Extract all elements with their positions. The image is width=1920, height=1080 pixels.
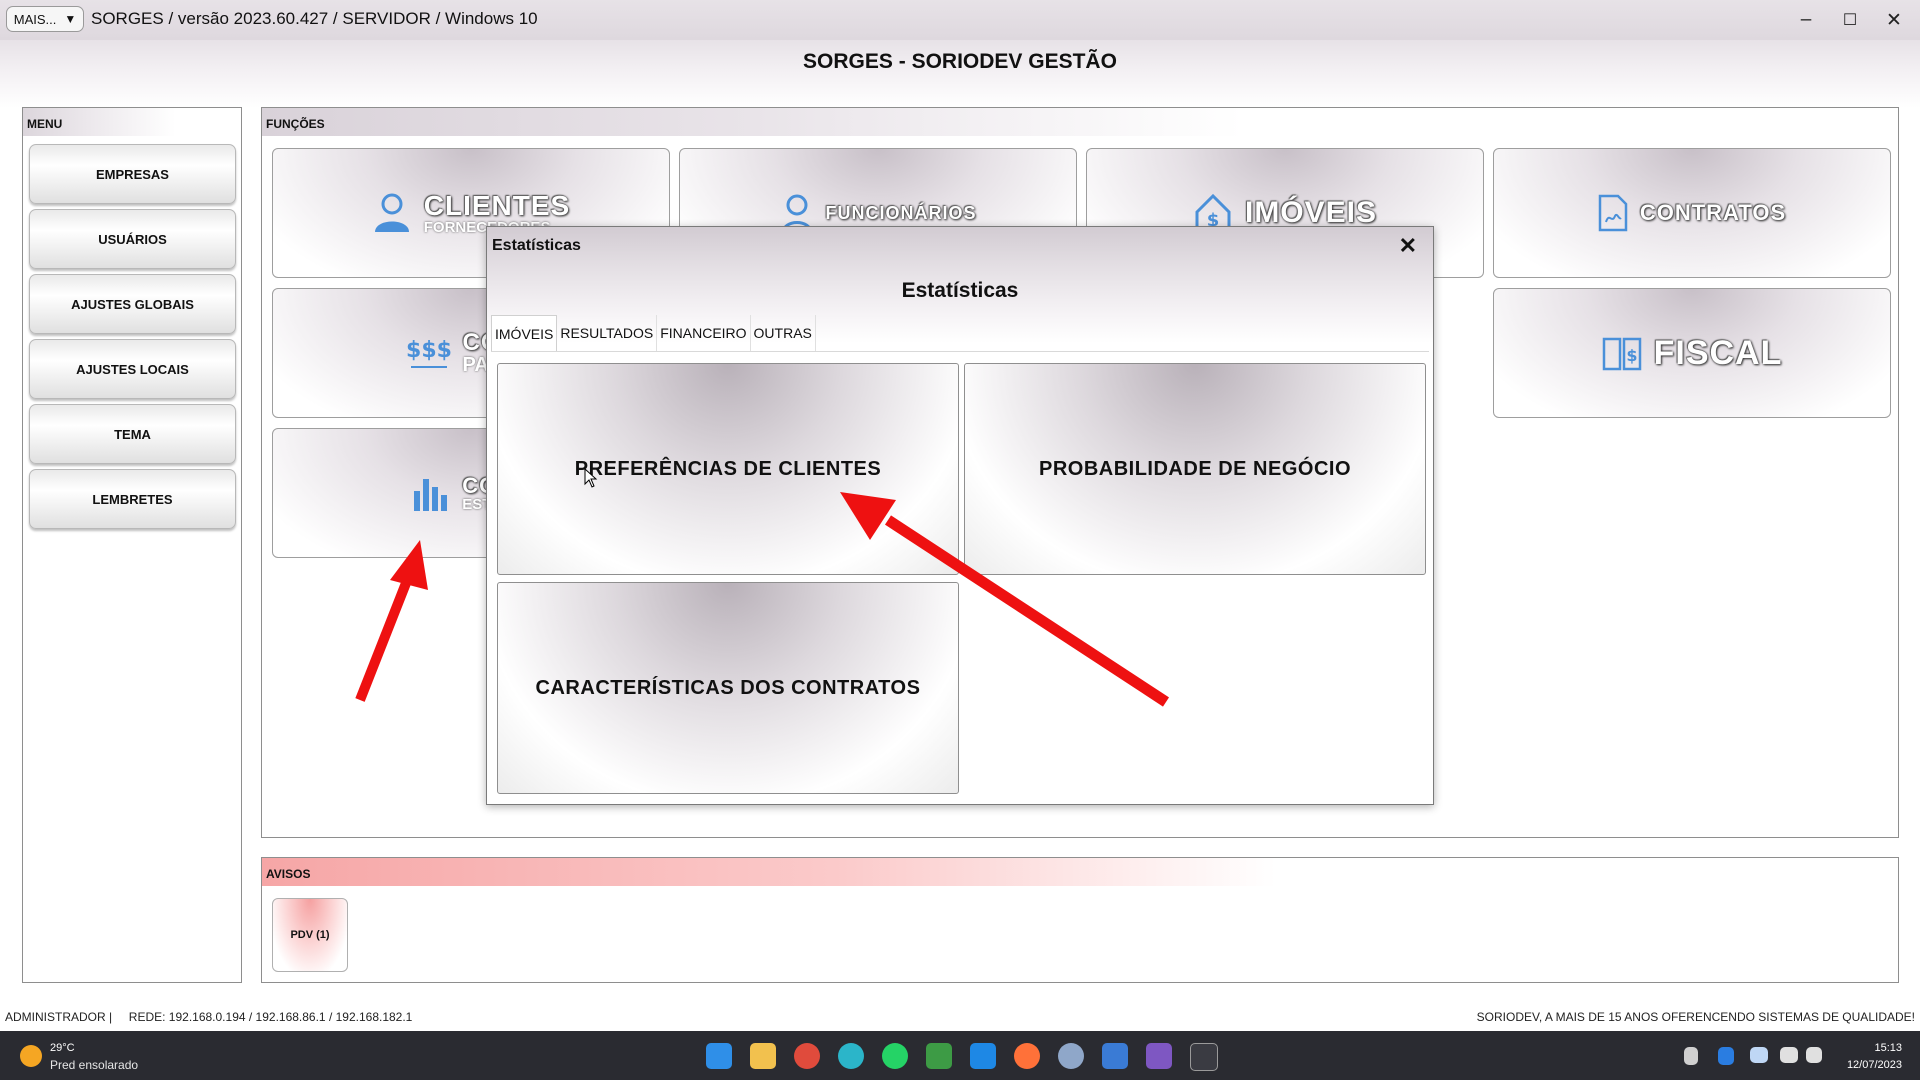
- tile-contratos[interactable]: CONTRATOS: [1493, 148, 1891, 278]
- window-titlebar: MAIS... ▼ SORGES / versão 2023.60.427 / …: [0, 0, 1920, 40]
- dialog-titlebar: Estatísticas ✕: [487, 227, 1433, 263]
- tile-imoveis-label: IMÓVEIS: [1244, 196, 1378, 229]
- dialog-tabs: IMÓVEIS RESULTADOS FINANCEIRO OUTRAS: [491, 315, 816, 352]
- tab-resultados[interactable]: RESULTADOS: [557, 315, 658, 351]
- avisos-panel-title: AVISOS: [262, 858, 1898, 886]
- tab-outras[interactable]: OUTRAS: [751, 315, 816, 351]
- video-editor-icon[interactable]: [1146, 1043, 1172, 1069]
- windows-taskbar: 29°C Pred ensolarado 15:13 12/07/2023: [0, 1031, 1920, 1080]
- network-icon[interactable]: [1780, 1047, 1798, 1063]
- mouse-cursor-icon: [584, 468, 598, 488]
- firefox-icon[interactable]: [1014, 1043, 1040, 1069]
- status-user-network: ADMINISTRADOR | REDE: 192.168.0.194 / 19…: [5, 1010, 413, 1024]
- menu-item-ajustes-globais[interactable]: AJUSTES GLOBAIS: [29, 274, 236, 334]
- svg-text:$$$: $$$: [407, 338, 451, 363]
- tile-funcionarios-label: FUNCIONÁRIOS: [825, 202, 977, 223]
- menu-panel: MENU EMPRESAS USUÁRIOS AJUSTES GLOBAIS A…: [22, 107, 242, 983]
- menu-item-ajustes-locais[interactable]: AJUSTES LOCAIS: [29, 339, 236, 399]
- usb-icon[interactable]: [1684, 1047, 1698, 1065]
- cloud-icon[interactable]: [1750, 1047, 1768, 1063]
- close-button[interactable]: ✕: [1872, 6, 1916, 34]
- clock-date[interactable]: 12/07/2023: [1847, 1059, 1902, 1071]
- fiscal-book-icon: $: [1602, 337, 1641, 371]
- svg-text:$: $: [1626, 346, 1637, 365]
- tile-probabilidade-negocio[interactable]: PROBABILIDADE DE NEGÓCIO: [964, 363, 1426, 575]
- volume-icon[interactable]: [1806, 1047, 1822, 1063]
- chevron-down-icon: ▼: [64, 12, 77, 26]
- tile-contratos-label: CONTRATOS: [1639, 200, 1787, 225]
- sorges-app-icon[interactable]: [1190, 1043, 1218, 1071]
- remote-desktop-icon[interactable]: [970, 1043, 996, 1069]
- tile-clientes-label: CLIENTES: [423, 189, 571, 221]
- clock-time[interactable]: 15:13: [1874, 1042, 1902, 1054]
- start-icon[interactable]: [706, 1043, 732, 1069]
- maximize-icon: ☐: [1842, 12, 1858, 29]
- whatsapp-icon[interactable]: [882, 1043, 908, 1069]
- weather-temperature: 29°C: [50, 1042, 75, 1054]
- tab-imoveis[interactable]: IMÓVEIS: [491, 315, 558, 352]
- pdv-notice-button[interactable]: PDV (1): [272, 898, 348, 972]
- app-header-title: SORGES - SORIODEV GESTÃO: [803, 50, 1117, 73]
- contract-icon: [1598, 194, 1628, 232]
- menu-item-empresas[interactable]: EMPRESAS: [29, 144, 236, 204]
- chrome-icon[interactable]: [794, 1043, 820, 1069]
- status-slogan: SORIODEV, A MAIS DE 15 ANOS OFERENCENDO …: [1476, 1010, 1915, 1024]
- avisos-panel: AVISOS PDV (1): [261, 857, 1899, 983]
- sun-icon: [20, 1045, 42, 1067]
- menu-item-tema[interactable]: TEMA: [29, 404, 236, 464]
- settings-gear-icon[interactable]: [1058, 1043, 1084, 1069]
- tile-fiscal-label: FISCAL: [1653, 333, 1783, 372]
- money-icon: $$$: [407, 338, 451, 368]
- dialog-title: Estatísticas: [492, 237, 581, 254]
- person-icon: [374, 193, 409, 232]
- notepad-icon[interactable]: [1102, 1043, 1128, 1069]
- mais-dropdown-button[interactable]: MAIS... ▼: [6, 6, 84, 32]
- tile-caracteristicas-contratos[interactable]: CARACTERÍSTICAS DOS CONTRATOS: [497, 582, 959, 794]
- tab-financeiro[interactable]: FINANCEIRO: [657, 315, 751, 351]
- functions-panel-title: FUNÇÕES: [262, 108, 1898, 136]
- dialog-close-icon[interactable]: ✕: [1399, 233, 1417, 259]
- dialog-heading: Estatísticas: [901, 279, 1019, 302]
- close-icon: ✕: [1886, 9, 1902, 31]
- mais-label: MAIS...: [13, 11, 57, 27]
- tile-preferencias-clientes[interactable]: PREFERÊNCIAS DE CLIENTES: [497, 363, 959, 575]
- file-explorer-icon[interactable]: [750, 1043, 776, 1069]
- menu-item-lembretes[interactable]: LEMBRETES: [29, 469, 236, 529]
- spreadsheet-icon[interactable]: [926, 1043, 952, 1069]
- menu-item-usuarios[interactable]: USUÁRIOS: [29, 209, 236, 269]
- edge-icon[interactable]: [838, 1043, 864, 1069]
- tile-fiscal[interactable]: $ FISCAL: [1493, 288, 1891, 418]
- weather-description: Pred ensolarado: [50, 1058, 139, 1072]
- window-title: SORGES / versão 2023.60.427 / SERVIDOR /…: [91, 9, 538, 28]
- minimize-button[interactable]: –: [1784, 6, 1828, 34]
- security-shield-icon[interactable]: [1718, 1047, 1734, 1065]
- estatisticas-dialog: Estatísticas ✕ Estatísticas IMÓVEIS RESU…: [486, 226, 1434, 805]
- minimize-icon: –: [1800, 9, 1812, 30]
- tab-divider: [491, 351, 1429, 352]
- maximize-button[interactable]: ☐: [1828, 6, 1872, 34]
- bar-chart-icon: [414, 479, 448, 511]
- menu-panel-title: MENU: [23, 108, 241, 136]
